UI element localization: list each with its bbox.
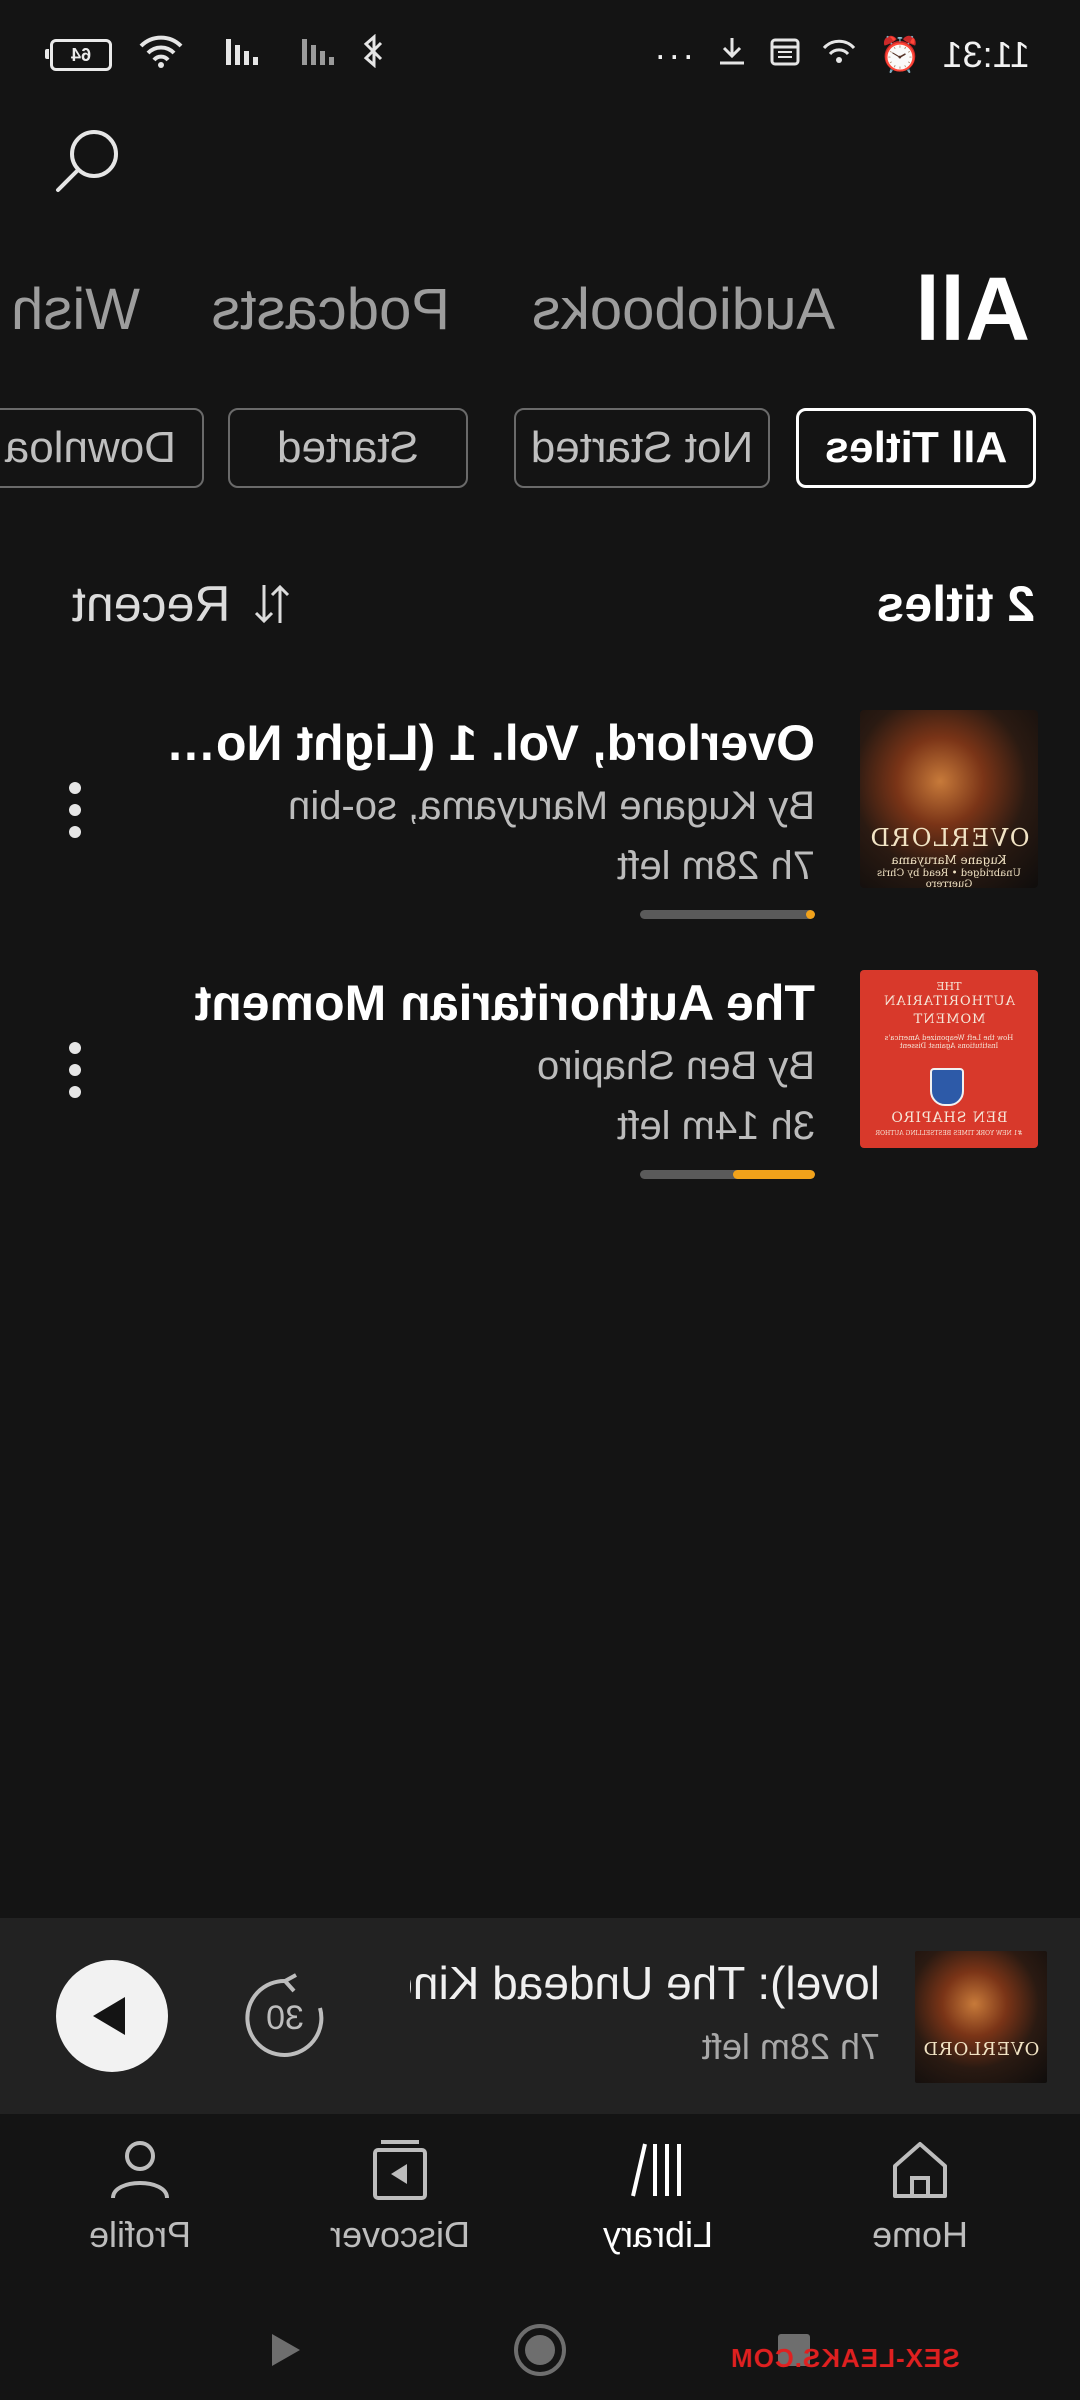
cover-subtitle: Kugane Maruyama	[891, 853, 1007, 867]
time-left: 3h 14m left	[617, 1104, 815, 1148]
progress-fill	[732, 1170, 815, 1179]
list-header: 2 titles Recent	[0, 575, 1080, 645]
skip-back-30-button[interactable]: 30	[240, 1973, 330, 2063]
list-item[interactable]: OVERLORD Kugane Maruyama Unabridged • Re…	[0, 710, 1080, 919]
filter-started[interactable]: Started	[228, 408, 468, 488]
sort-label: Recent	[72, 576, 231, 632]
book-title: The Authoritarian Moment	[194, 975, 815, 1031]
more-dot	[69, 826, 81, 838]
filter-not-started[interactable]: Not Started	[514, 408, 770, 488]
nav-home[interactable]: Home	[820, 2134, 1020, 2294]
circle-icon	[514, 2324, 566, 2376]
bluetooth-icon	[362, 33, 384, 77]
nav-discover[interactable]: Discover	[300, 2134, 500, 2294]
home-system-button[interactable]	[510, 2320, 570, 2380]
filter-all-titles[interactable]: All Titles	[796, 408, 1036, 488]
tab-audiobooks[interactable]: Audiobooks	[532, 255, 835, 365]
library-icon	[631, 2143, 681, 2197]
status-bar: 11:31 ⏰ ··· 64	[0, 0, 1080, 110]
signal-icon	[210, 34, 260, 76]
list-item[interactable]: THE AUTHORITARIAN MOMENT How the Left We…	[0, 970, 1080, 1179]
sort-button[interactable]: Recent	[72, 575, 292, 633]
book-info: Overlord, Vol. 1 (Light Nove... By Kugan…	[165, 710, 815, 896]
cover-author: BEN SHAPIRO	[890, 1110, 1008, 1126]
book-title: Overlord, Vol. 1 (Light Nove...	[165, 715, 815, 771]
bottom-nav: Home Library Discover Profile	[0, 2114, 1080, 2300]
play-button[interactable]	[56, 1960, 168, 2072]
cover-line1: THE	[936, 980, 962, 993]
battery-level: 64	[70, 44, 92, 65]
battery-icon: 64	[50, 39, 112, 71]
overflow-dots: ···	[652, 34, 695, 75]
more-options-button[interactable]	[40, 1025, 110, 1115]
book-info: The Authoritarian Moment By Ben Shapiro …	[165, 970, 815, 1156]
cover-footer: #1 NEW YORK TIMES BESTSELLING AUTHOR	[875, 1130, 1023, 1137]
download-icon	[716, 35, 748, 76]
skip-label: 30	[266, 1999, 304, 2037]
screen: 11:31 ⏰ ··· 64 All Audiobooks Podcasts W…	[0, 0, 1080, 2400]
book-author: By Ben Shapiro	[537, 1044, 815, 1088]
progress-bar	[640, 910, 815, 919]
profile-icon	[111, 2141, 169, 2199]
cover-line2: AUTHORITARIAN	[883, 994, 1015, 1009]
progress-fill	[806, 910, 815, 919]
search-icon	[56, 130, 118, 192]
time-left: 7h 28m left	[617, 844, 815, 888]
nav-library[interactable]: Library	[558, 2134, 758, 2294]
discover-icon	[373, 2140, 427, 2200]
wifi-icon	[138, 34, 184, 77]
tab-all[interactable]: All	[915, 255, 1030, 365]
cover-tagline: Unabridged • Read by Chris Guerrero	[877, 868, 1022, 888]
tab-podcasts[interactable]: Podcasts	[211, 255, 450, 365]
signal-icon	[286, 34, 336, 76]
book-cover[interactable]: OVERLORD Kugane Maruyama Unabridged • Re…	[860, 710, 1038, 888]
nav-home-label: Home	[871, 2214, 969, 2255]
calendar-icon	[770, 36, 800, 75]
watermark: SEX-LEAKS.COM	[730, 2343, 960, 2373]
back-system-button[interactable]	[256, 2320, 316, 2380]
search-button[interactable]	[48, 120, 128, 200]
category-tabs: All Audiobooks Podcasts Wish	[0, 255, 1080, 375]
tab-wish[interactable]: Wish	[11, 255, 140, 365]
nav-library-label: Library	[602, 2214, 714, 2255]
play-icon	[93, 1997, 125, 2035]
mini-player-title: lovel): The Undead King	[410, 1957, 880, 2009]
progress-bar	[640, 1170, 815, 1179]
triangle-icon	[272, 2334, 300, 2366]
wifi-hotspot-icon	[822, 36, 856, 75]
mini-player-time-left: 7h 28m left	[701, 2026, 880, 2067]
cover-line3: MOMENT	[912, 1012, 986, 1027]
title-count: 2 titles	[876, 576, 1035, 632]
book-author: By Kugane Maruyama, so-bin	[288, 784, 815, 828]
mini-player-cover[interactable]: OVERLORD	[915, 1951, 1047, 2083]
filter-downloaded[interactable]: Downloa	[0, 408, 204, 488]
nav-profile-label: Profile	[88, 2214, 192, 2255]
more-dot	[69, 1042, 81, 1054]
sort-arrows-icon	[255, 584, 290, 624]
filter-chips: All Titles Not Started Started Downloa	[0, 408, 1080, 492]
nav-profile[interactable]: Profile	[40, 2134, 240, 2294]
more-dot	[69, 782, 81, 794]
clock: 11:31	[942, 34, 1030, 75]
shield-icon	[930, 1068, 964, 1106]
more-dot	[69, 1064, 81, 1076]
mini-player[interactable]: OVERLORD lovel): The Undead King 7h 28m …	[0, 1918, 1080, 2114]
home-icon	[893, 2142, 947, 2198]
more-dot	[69, 1086, 81, 1098]
more-options-button[interactable]	[40, 765, 110, 855]
cover-title: OVERLORD	[868, 824, 1030, 852]
mini-cover-title: OVERLORD	[922, 2039, 1040, 2060]
nav-discover-label: Discover	[329, 2214, 471, 2255]
book-cover[interactable]: THE AUTHORITARIAN MOMENT How the Left We…	[860, 970, 1038, 1148]
cover-subtitle: How the Left Weaponized America's Instit…	[884, 1034, 1014, 1050]
more-dot	[69, 804, 81, 816]
alarm-icon: ⏰	[878, 36, 921, 74]
